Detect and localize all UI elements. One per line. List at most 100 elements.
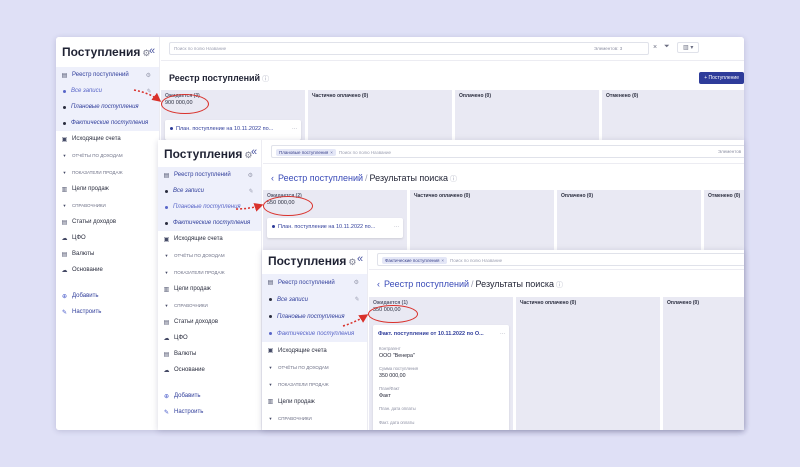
view-icon[interactable]: ▥ ▾ <box>677 42 700 53</box>
sidebar-item-all[interactable]: Все записи ✎ <box>262 291 367 308</box>
remove-chip-icon[interactable]: × <box>441 258 444 263</box>
sidebar-item-registry[interactable]: ▤ Реестр поступлений ⚙ <box>158 167 261 183</box>
sidebar-item-income-items[interactable]: ▤Статьи доходов <box>158 314 261 330</box>
sidebar-item-currencies[interactable]: ▤ Валюты <box>158 346 261 362</box>
triangle-icon: ▼ <box>62 170 67 175</box>
sidebar-item-income-items[interactable]: ▤Статьи доходов <box>262 427 367 430</box>
sidebar-item-outgoing[interactable]: ▣ Исходящие счета <box>56 131 159 147</box>
sidebar-item-basis[interactable]: ☁ Основание <box>158 362 261 378</box>
invoice-icon: ▣ <box>61 136 68 143</box>
sidebar-section-refs[interactable]: ▼ СПРАВОЧНИКИ <box>56 197 159 214</box>
target-icon: ▥ <box>163 286 170 293</box>
search-input[interactable]: Фактические поступления × Поиск по полю На… <box>377 253 744 266</box>
cloud-icon: ☁ <box>163 335 170 342</box>
list-icon: ▤ <box>163 319 170 326</box>
results-count: Элементов <box>718 149 742 154</box>
sidebar-item-planned[interactable]: Плановые поступления <box>158 199 261 215</box>
highlight-ring-sum-2 <box>263 196 313 216</box>
sidebar-item-goals[interactable]: ▥ Цели продаж <box>56 181 159 197</box>
gear-icon[interactable]: ⚙ <box>348 257 356 267</box>
sidebar-item-planned[interactable]: Плановые поступления <box>56 99 159 115</box>
edit-icon[interactable]: ✎ <box>146 88 151 95</box>
sidebar-item-actual[interactable]: Фактические поступления <box>158 215 261 231</box>
collapse-icon[interactable]: « <box>251 146 257 158</box>
column-paid: Оплачено (0) <box>663 297 744 430</box>
remove-chip-icon[interactable]: × <box>330 150 333 155</box>
plus-icon: ⊕ <box>61 293 68 300</box>
search-input[interactable]: Поиск по полю Название Элементов: 3 <box>169 42 649 55</box>
wrench-icon: ✎ <box>163 409 170 416</box>
receipt-card[interactable]: План. поступление на 10.11.2022 по... ··… <box>165 120 301 140</box>
sidebar-item-all[interactable]: Все записи ✎ <box>56 83 159 99</box>
sidebar-section-reports[interactable]: ▼ ОТЧЁТЫ ПО ДОХОДАМ <box>262 359 367 376</box>
sidebar: Поступления ⚙ « ▤ Реестр поступлений ⚙ Все … <box>158 140 262 430</box>
back-icon[interactable]: ‹ <box>377 279 380 289</box>
sidebar-item-outgoing[interactable]: ▣ Исходящие счета <box>262 342 367 359</box>
edit-icon[interactable]: ✎ <box>354 296 359 303</box>
clear-icon[interactable]: × <box>653 44 657 51</box>
collapse-icon[interactable]: « <box>357 253 363 265</box>
sidebar-item-goals[interactable]: ▥ Цели продаж <box>262 393 367 410</box>
configure-menu-button[interactable]: ✎ Настроить <box>56 304 159 320</box>
back-icon[interactable]: ‹ <box>271 173 274 183</box>
receipt-card[interactable]: Факт. поступление от 10.11.2022 по О... … <box>373 325 509 430</box>
sidebar-item-outgoing[interactable]: ▣ Исходящие счета <box>158 231 261 247</box>
currency-icon: ▤ <box>61 251 68 258</box>
sidebar-item-currencies[interactable]: ▤ Валюты <box>56 246 159 262</box>
sidebar-section-kpi[interactable]: ▼ ПОКАЗАТЕЛИ ПРОДАЖ <box>56 164 159 181</box>
sidebar-section-kpi[interactable]: ▼ ПОКАЗАТЕЛИ ПРОДАЖ <box>262 376 367 393</box>
target-icon: ▥ <box>61 186 68 193</box>
sidebar-item-actual[interactable]: Фактические поступления <box>262 325 367 342</box>
sidebar-item-cfo[interactable]: ☁ ЦФО <box>56 230 159 246</box>
sidebar-item-all[interactable]: Все записи ✎ <box>158 183 261 199</box>
edit-icon[interactable]: ✎ <box>248 188 253 195</box>
sidebar-item-goals[interactable]: ▥ Цели продаж <box>158 281 261 297</box>
sidebar-item-cfo[interactable]: ☁ ЦФО <box>158 330 261 346</box>
filter-chip-planned[interactable]: Плановые поступления × <box>276 149 336 156</box>
sidebar-section-kpi[interactable]: ▼ ПОКАЗАТЕЛИ ПРОДАЖ <box>158 264 261 281</box>
more-icon[interactable]: ··· <box>292 126 297 132</box>
triangle-icon: ▼ <box>268 365 273 370</box>
sidebar-item-registry[interactable]: ▤ Реестр поступлений ⚙ <box>262 274 367 291</box>
cloud-icon: ☁ <box>163 367 170 374</box>
sidebar-item-income-items[interactable]: ▤Статьи доходов <box>56 214 159 230</box>
search-input[interactable]: Плановые поступления × Поиск по полю Назва… <box>271 145 744 158</box>
add-menu-button[interactable]: ⊕ Добавить <box>56 288 159 304</box>
filter-icon[interactable]: ⏷ <box>664 43 670 51</box>
more-icon[interactable]: ··· <box>500 331 505 337</box>
more-icon[interactable]: ··· <box>394 224 399 230</box>
add-menu-button[interactable]: ⊕ Добавить <box>158 388 261 404</box>
receipt-card[interactable]: План. поступление на 10.11.2022 по... ··… <box>267 218 403 238</box>
info-icon: ⓘ <box>262 76 270 83</box>
toolbar: Поиск по полю Название Элементов: 3 × ⏷ … <box>161 37 744 61</box>
gear-icon[interactable]: ⚙ <box>248 172 253 179</box>
triangle-icon: ▼ <box>164 253 169 258</box>
currency-icon: ▤ <box>163 351 170 358</box>
info-icon: ⓘ <box>555 282 563 289</box>
sidebar-section-refs[interactable]: ▼ СПРАВОЧНИКИ <box>158 297 261 314</box>
page-title: Реестр поступлений ⓘ <box>169 73 270 83</box>
toolbar: Плановые поступления × Поиск по полю Назва… <box>263 140 744 164</box>
wrench-icon: ✎ <box>61 309 68 316</box>
invoice-icon: ▣ <box>163 236 170 243</box>
filter-chip-actual[interactable]: Фактические поступления × <box>382 257 448 264</box>
sidebar-item-actual[interactable]: Фактические поступления <box>56 115 159 131</box>
results-count: Элементов: 3 <box>594 46 623 51</box>
list-icon: ▤ <box>61 219 68 226</box>
sidebar-item-planned[interactable]: Плановые поступления <box>262 308 367 325</box>
triangle-icon: ▼ <box>268 382 273 387</box>
configure-menu-button[interactable]: ✎ Настроить <box>158 404 261 420</box>
sidebar-section-refs[interactable]: ▼ СПРАВОЧНИКИ <box>262 410 367 427</box>
app-title: Поступления ⚙ <box>268 254 357 268</box>
sidebar-section-reports[interactable]: ▼ ОТЧЁТЫ ПО ДОХОДАМ <box>56 147 159 164</box>
add-receipt-button[interactable]: + Поступление <box>699 72 744 84</box>
column-partial: Частично оплачено (0) <box>516 297 660 430</box>
gear-icon[interactable]: ⚙ <box>354 279 359 286</box>
toolbar: Фактические поступления × Поиск по полю На… <box>369 250 744 270</box>
sidebar-section-reports[interactable]: ▼ ОТЧЁТЫ ПО ДОХОДАМ <box>158 247 261 264</box>
sidebar-item-basis[interactable]: ☁ Основание <box>56 262 159 278</box>
gear-icon[interactable]: ⚙ <box>146 72 151 79</box>
triangle-icon: ▼ <box>164 303 169 308</box>
collapse-icon[interactable]: « <box>149 45 155 57</box>
sidebar-item-registry[interactable]: ▤ Реестр поступлений ⚙ <box>56 67 159 83</box>
